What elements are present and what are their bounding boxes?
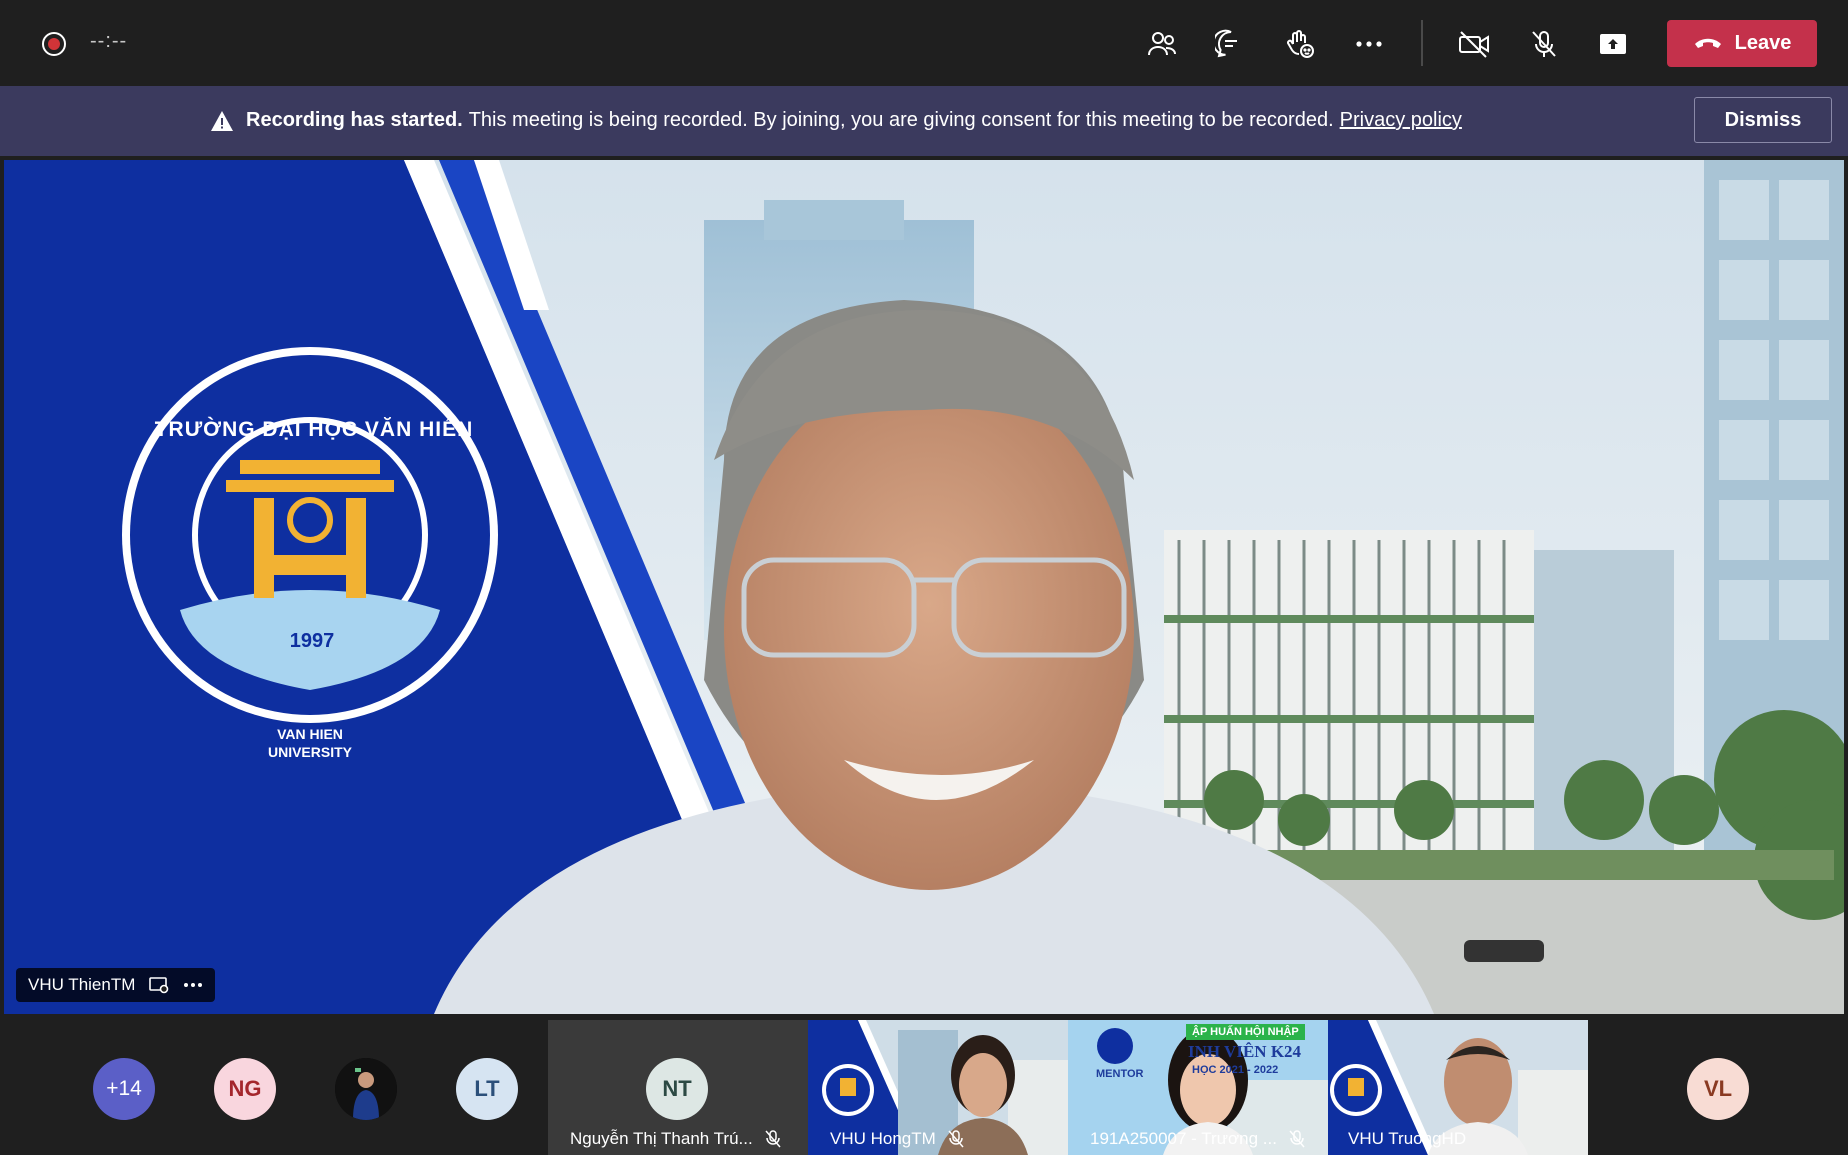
avatar-vl[interactable]: VL	[1687, 1058, 1749, 1120]
logo-ring-text: TRƯỜNG ĐẠI HỌC VĂN HIẾN	[154, 418, 474, 441]
person-photo-icon	[335, 1058, 397, 1120]
meeting-toolbar: --:-- Leave	[0, 0, 1848, 86]
mic-off-icon	[948, 1130, 964, 1148]
phone-hangup-icon	[1694, 38, 1721, 48]
tile-name: Nguyễn Thị Thanh Trú...	[570, 1129, 753, 1148]
banner-message: This meeting is being recorded. By joini…	[468, 109, 1334, 131]
participant-name-tag: VHU ThienTM	[16, 968, 216, 1002]
mic-off-icon	[765, 1130, 781, 1148]
leave-button[interactable]: Leave	[1667, 20, 1817, 67]
avatar-nt: NT	[646, 1058, 708, 1120]
share-screen-button[interactable]	[1591, 22, 1635, 66]
warning-icon	[211, 110, 233, 131]
raise-hand-button[interactable]	[1278, 22, 1322, 66]
mic-off-icon	[1532, 31, 1556, 57]
toolbar-divider	[1421, 20, 1423, 66]
avatar-lt[interactable]: LT	[456, 1058, 518, 1120]
participant-tile[interactable]: VHU HongTM	[808, 1020, 1068, 1155]
screen-share-indicator-icon	[149, 977, 169, 994]
university-logo	[122, 347, 498, 723]
logo-sub-line2: UNIVERSITY	[267, 744, 352, 760]
more-icon	[1356, 41, 1382, 47]
tile-label: Nguyễn Thị Thanh Trú...	[570, 1129, 781, 1149]
tile-label: VHU HongTM	[830, 1129, 964, 1149]
speaker-video-frame	[4, 160, 1844, 1014]
mic-toggle-button[interactable]	[1522, 22, 1566, 66]
tile-banner-line2: INH VIÊN K24	[1188, 1042, 1302, 1061]
share-screen-icon	[1600, 34, 1626, 54]
tile-name: 191A250007 - Trương ...	[1090, 1129, 1277, 1148]
more-icon[interactable]	[183, 982, 203, 988]
recording-notice: Recording has started. This meeting is b…	[210, 109, 1462, 132]
tile-mentor: MENTOR	[1096, 1068, 1144, 1080]
people-icon	[1148, 32, 1176, 56]
chat-button[interactable]	[1209, 22, 1253, 66]
tile-label: VHU TruongHD	[1348, 1129, 1466, 1149]
dismiss-button[interactable]: Dismiss	[1694, 97, 1832, 143]
camera-toggle-button[interactable]	[1452, 22, 1496, 66]
tile-label: 191A250007 - Trương ...	[1090, 1129, 1305, 1149]
tile-name: VHU TruongHD	[1348, 1129, 1467, 1148]
camera-off-icon	[1459, 31, 1489, 58]
tile-banner-line3: HỌC 2021 - 2022	[1192, 1064, 1279, 1076]
people-button[interactable]	[1140, 22, 1184, 66]
avatar-photo[interactable]	[335, 1058, 397, 1120]
participant-name: VHU ThienTM	[28, 975, 136, 994]
recording-banner: Recording has started. This meeting is b…	[0, 86, 1848, 156]
participant-tile[interactable]: VHU TruongHD	[1328, 1020, 1588, 1155]
meeting-timer: --:--	[90, 30, 128, 52]
raise-hand-icon	[1287, 30, 1314, 58]
participant-tile[interactable]: ẬP HUẤN HỘI NHẬP INH VIÊN K24 HỌC 2021 -…	[1068, 1020, 1328, 1155]
chat-icon	[1215, 29, 1237, 58]
banner-title: Recording has started.	[246, 109, 463, 131]
avatar-ng[interactable]: NG	[214, 1058, 276, 1120]
main-video-feed[interactable]: TRƯỜNG ĐẠI HỌC VĂN HIẾN 1997 VAN HIEN UN…	[4, 160, 1844, 1014]
logo-year: 1997	[289, 630, 335, 652]
leave-label: Leave	[1734, 32, 1792, 54]
recording-indicator-icon	[42, 32, 66, 56]
participant-tile[interactable]: NT Nguyễn Thị Thanh Trú...	[548, 1020, 808, 1155]
tile-name: VHU HongTM	[830, 1129, 936, 1148]
tile-banner-line1: ẬP HUẤN HỘI NHẬP	[1186, 1024, 1305, 1040]
logo-sub-line1: VAN HIEN	[277, 726, 343, 742]
overflow-participants-avatar[interactable]: +14	[93, 1058, 155, 1120]
more-options-button[interactable]	[1347, 22, 1391, 66]
mic-off-icon	[1289, 1130, 1305, 1148]
privacy-policy-link[interactable]: Privacy policy	[1340, 109, 1462, 132]
